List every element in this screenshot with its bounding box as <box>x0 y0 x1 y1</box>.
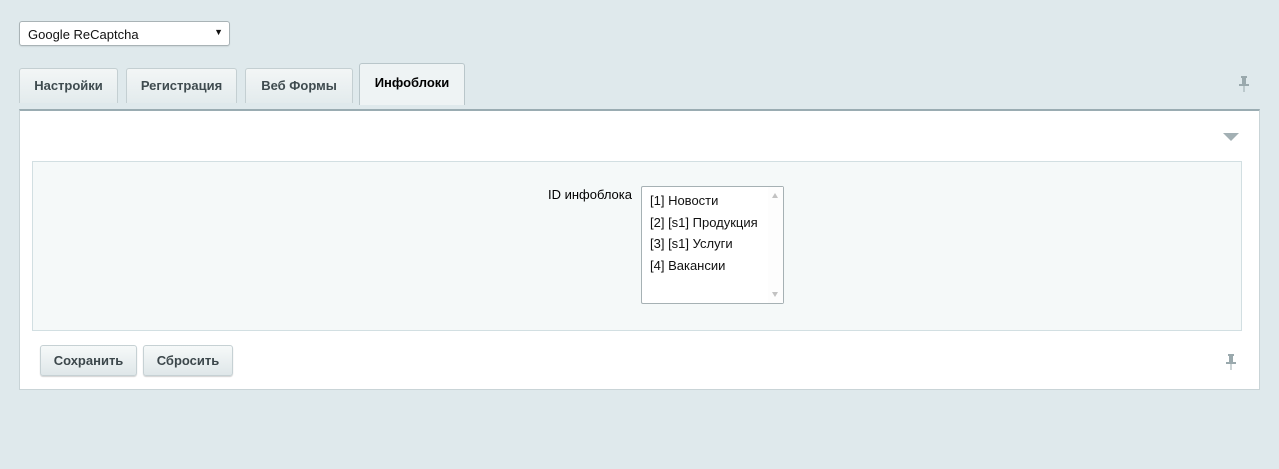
list-item[interactable]: [1] Новости <box>642 190 783 212</box>
form-section: ID инфоблока [1] Новости [2] [s1] Продук… <box>32 161 1242 331</box>
scroll-down-arrow-icon[interactable] <box>772 292 778 297</box>
listbox-scrollbar[interactable] <box>768 187 783 303</box>
save-button[interactable]: Сохранить <box>40 345 137 376</box>
iblock-id-listbox[interactable]: [1] Новости [2] [s1] Продукция [3] [s1] … <box>641 186 784 304</box>
tab-content-panel: ID инфоблока [1] Новости [2] [s1] Продук… <box>19 109 1260 390</box>
tab-iblocks[interactable]: Инфоблоки <box>359 63 465 105</box>
tab-registration[interactable]: Регистрация <box>126 68 237 103</box>
tab-web-forms[interactable]: Веб Формы <box>245 68 353 103</box>
pin-icon[interactable] <box>1225 354 1237 370</box>
site-select[interactable]: Google ReCaptcha ▼ <box>19 21 230 46</box>
list-item[interactable]: [2] [s1] Продукция <box>642 212 783 234</box>
list-item[interactable]: [3] [s1] Услуги <box>642 233 783 255</box>
iblock-id-label: ID инфоблока <box>547 187 632 202</box>
tab-settings[interactable]: Настройки <box>19 68 118 103</box>
scroll-up-arrow-icon[interactable] <box>772 193 778 198</box>
reset-button[interactable]: Сбросить <box>143 345 233 376</box>
list-item[interactable]: [4] Вакансии <box>642 255 783 277</box>
chevron-down-icon: ▼ <box>214 27 223 37</box>
site-select-value: Google ReCaptcha <box>28 27 139 42</box>
collapse-arrow-icon[interactable] <box>1223 132 1239 142</box>
pin-icon[interactable] <box>1238 76 1250 92</box>
